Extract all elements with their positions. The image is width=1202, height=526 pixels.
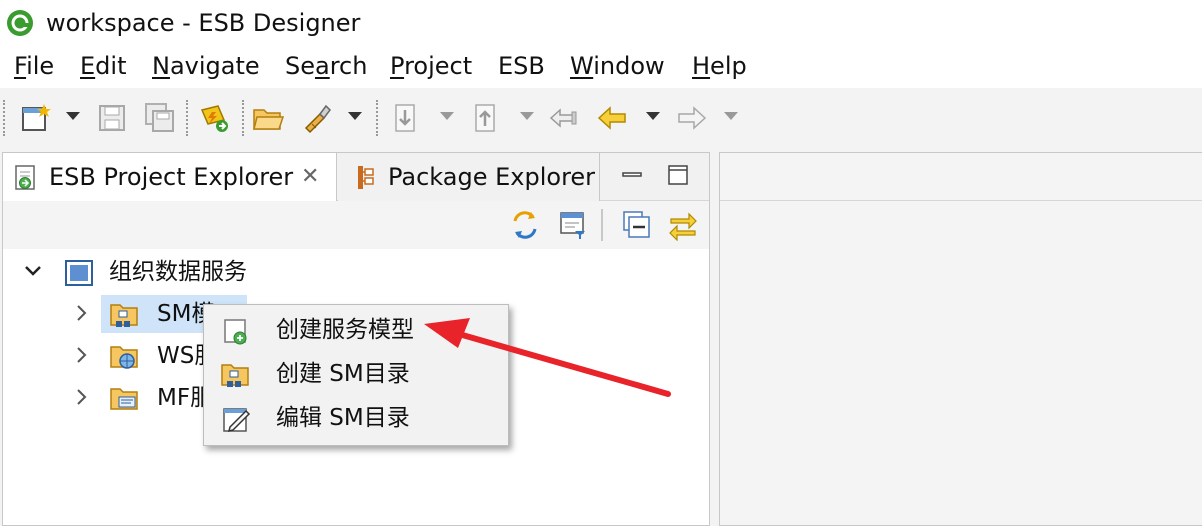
create-folder-icon [221,364,249,387]
chevron-right-icon[interactable] [71,345,91,365]
main-toolbar [0,88,1202,148]
menu-navigate[interactable]: Navigate [152,50,260,82]
back-icon[interactable] [596,102,628,134]
tab-esb-project-explorer[interactable]: ESB Project Explorer ✕ [3,153,337,201]
forward-dropdown-icon[interactable] [724,112,738,120]
toolbar-separator [242,100,244,136]
app-logo-icon [7,10,33,36]
link-with-editor-icon[interactable] [667,209,699,241]
view-tabs: ESB Project Explorer ✕ Package Explorer [3,153,709,201]
back-dropdown-icon[interactable] [646,112,660,120]
next-annotation-icon[interactable] [390,102,422,134]
edit-icon [223,408,251,433]
view-toolbar-separator [601,209,603,241]
toolbar-separator [186,100,188,136]
menu-item-create-service-model[interactable]: 创建服务模型 [204,309,508,353]
deploy-icon[interactable] [198,102,230,134]
next-annotation-dropdown-icon[interactable] [440,112,454,120]
menu-edit[interactable]: Edit [80,50,126,82]
forward-icon[interactable] [676,102,708,134]
last-edit-icon[interactable] [548,102,580,134]
maximize-icon[interactable] [663,161,693,191]
collapse-all-icon[interactable] [621,209,653,241]
esb-explorer-icon [15,165,35,190]
tab-label: ESB Project Explorer [49,163,294,191]
new-wizard-icon[interactable] [20,102,52,134]
package-explorer-icon [358,166,374,189]
previous-annotation-dropdown-icon[interactable] [520,112,534,120]
filter-icon[interactable] [557,209,589,241]
save-icon[interactable] [96,102,128,134]
context-menu: 创建服务模型 创建 SM目录 编辑 SM目录 [203,304,509,446]
sm-folder-icon [110,304,138,327]
editor-area [719,152,1202,526]
menu-window[interactable]: Window [570,50,665,82]
ws-folder-icon [110,346,138,369]
menu-help[interactable]: Help [692,50,747,82]
menu-search[interactable]: Search [285,50,367,82]
menu-bar: File Edit Navigate Search Project ESB Wi… [0,46,1202,88]
menu-project[interactable]: Project [390,50,472,82]
toolbar-grip [3,100,5,136]
tab-label: Package Explorer [388,163,596,191]
menu-esb[interactable]: ESB [498,50,545,82]
menu-item-create-sm-folder[interactable]: 创建 SM目录 [204,353,508,397]
toolbar-separator [376,100,378,136]
mf-folder-icon [110,388,138,410]
new-dropdown-icon[interactable] [66,112,80,120]
previous-annotation-icon[interactable] [470,102,502,134]
chevron-right-icon[interactable] [71,303,91,323]
minimize-icon[interactable] [617,161,647,191]
window-title: workspace - ESB Designer [46,9,361,37]
tool-icon[interactable] [300,102,332,134]
menu-item-label: 创建 SM目录 [276,361,410,387]
close-icon[interactable]: ✕ [301,164,319,190]
tree-node-root[interactable]: 组织数据服务 [3,253,709,293]
view-toolbar [3,201,709,249]
open-folder-icon[interactable] [252,102,284,134]
tool-dropdown-icon[interactable] [348,112,362,120]
chevron-down-icon[interactable] [23,261,43,281]
menu-file[interactable]: File [14,50,54,82]
project-icon [65,260,93,286]
menu-item-label: 创建服务模型 [276,317,414,343]
tree-node-label: 组织数据服务 [109,259,247,285]
title-bar: workspace - ESB Designer [0,0,1202,46]
menu-item-label: 编辑 SM目录 [276,405,410,431]
menu-item-edit-sm-folder[interactable]: 编辑 SM目录 [204,397,508,441]
editor-tab-bar [720,153,1202,201]
tab-package-explorer[interactable]: Package Explorer [338,153,600,201]
save-all-icon[interactable] [144,102,176,134]
create-model-icon [224,319,247,345]
chevron-right-icon[interactable] [71,387,91,407]
sync-icon[interactable] [509,209,541,241]
